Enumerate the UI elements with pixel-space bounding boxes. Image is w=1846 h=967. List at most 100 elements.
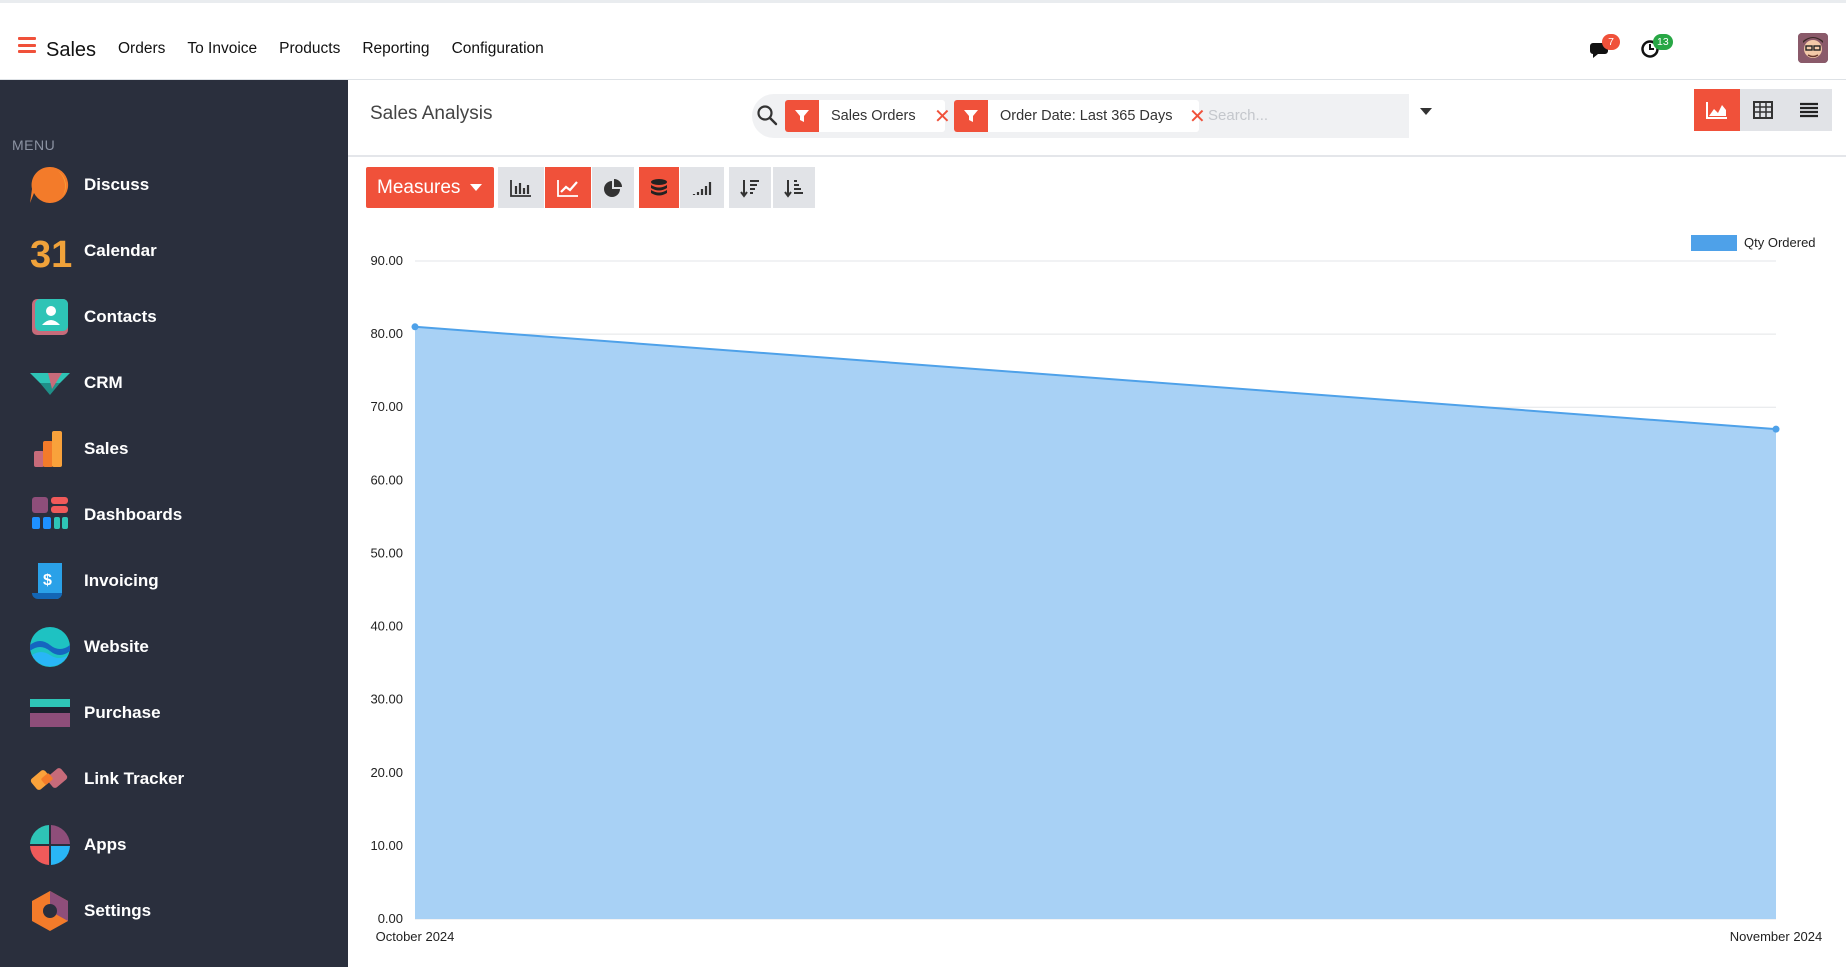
x-axis-ticks: October 2024 November 2024 bbox=[376, 929, 1823, 944]
sidebar-item-settings[interactable]: Settings bbox=[0, 883, 348, 943]
y-tick-label: 40.00 bbox=[370, 619, 403, 634]
activities-badge: 13 bbox=[1653, 34, 1673, 50]
sidebar-item-label: Settings bbox=[84, 901, 152, 920]
dashboards-icon bbox=[32, 497, 68, 529]
website-icon bbox=[30, 627, 70, 667]
list-view-button[interactable] bbox=[1786, 89, 1832, 131]
line-chart-icon bbox=[557, 179, 578, 197]
sidebar-item-label: CRM bbox=[84, 373, 123, 392]
search-options-toggle-icon[interactable] bbox=[1419, 107, 1433, 117]
x-tick-label: October 2024 bbox=[376, 929, 455, 944]
filter-facet-sales-orders: Sales Orders bbox=[785, 100, 945, 132]
sidebar-item-crm[interactable]: CRM bbox=[0, 355, 348, 415]
sidebar-caption: MENU bbox=[12, 137, 56, 153]
sidebar-item-purchase[interactable]: Purchase bbox=[0, 685, 348, 745]
pivot-view-button[interactable] bbox=[1740, 89, 1786, 131]
sales-icon bbox=[34, 431, 62, 467]
y-tick-label: 10.00 bbox=[370, 838, 403, 853]
pie-chart-button[interactable] bbox=[592, 167, 634, 208]
line-chart-button[interactable] bbox=[545, 167, 591, 208]
sort-descending-button[interactable] bbox=[729, 167, 771, 208]
hamburger-menu-icon[interactable] bbox=[18, 37, 36, 53]
sidebar-item-label: Purchase bbox=[84, 703, 161, 722]
menu-reporting[interactable]: Reporting bbox=[362, 40, 429, 58]
sidebar-item-link-tracker[interactable]: Link Tracker bbox=[0, 751, 348, 811]
sort-ascending-icon bbox=[784, 179, 803, 198]
sidebar-item-label: Dashboards bbox=[84, 505, 183, 524]
sidebar-item-label: Website bbox=[84, 637, 149, 656]
stacked-toggle-button[interactable] bbox=[639, 167, 679, 208]
search-icon[interactable] bbox=[756, 104, 778, 126]
search-input[interactable] bbox=[1208, 104, 1398, 126]
signal-bars-icon bbox=[692, 181, 712, 195]
calendar-icon: 31 bbox=[30, 234, 72, 273]
sales-analysis-chart: 0.00 10.00 20.00 30.00 40.00 50.00 60.00 70.00 8… bbox=[370, 235, 1823, 944]
sidebar-item-apps[interactable]: Apps bbox=[0, 817, 348, 877]
database-stack-icon bbox=[651, 178, 667, 195]
remove-filter-order-date-icon[interactable]: ✕ bbox=[1189, 104, 1206, 129]
user-avatar[interactable] bbox=[1798, 33, 1828, 63]
sidebar-item-contacts[interactable]: Contacts bbox=[0, 289, 348, 349]
sidebar-item-dashboards[interactable]: Dashboards bbox=[0, 487, 348, 547]
sidebar-item-sales[interactable]: Sales bbox=[0, 421, 348, 481]
invoicing-icon: $ bbox=[32, 563, 62, 599]
data-point[interactable] bbox=[411, 323, 419, 331]
settings-icon bbox=[32, 891, 68, 931]
filter-funnel-icon bbox=[954, 100, 988, 132]
link-tracker-icon bbox=[30, 768, 68, 790]
data-point[interactable] bbox=[1772, 425, 1780, 433]
remove-filter-sales-orders-icon[interactable]: ✕ bbox=[934, 104, 951, 129]
top-menu: Orders To Invoice Products Reporting Con… bbox=[118, 40, 566, 58]
caret-down-icon bbox=[470, 184, 483, 191]
sort-ascending-button[interactable] bbox=[773, 167, 815, 208]
pie-chart-icon bbox=[604, 178, 622, 197]
contacts-icon bbox=[32, 299, 68, 335]
purchase-icon bbox=[30, 699, 70, 727]
y-tick-label: 60.00 bbox=[370, 472, 403, 487]
filter-funnel-icon bbox=[785, 100, 819, 132]
sidebar-item-label: Link Tracker bbox=[84, 769, 185, 788]
sidebar-item-label: Discuss bbox=[84, 175, 150, 194]
table-grid-icon bbox=[1753, 101, 1773, 119]
legend-swatch[interactable] bbox=[1691, 235, 1737, 251]
sidebar-item-calendar[interactable]: 31 Calendar bbox=[0, 223, 348, 283]
filter-facet-label: Sales Orders bbox=[831, 108, 916, 124]
cumulative-toggle-button[interactable] bbox=[680, 167, 724, 208]
menu-to-invoice[interactable]: To Invoice bbox=[187, 40, 257, 58]
y-tick-label: 0.00 bbox=[378, 911, 403, 926]
messages-badge: 7 bbox=[1602, 34, 1620, 50]
invoicing-currency-symbol: $ bbox=[43, 572, 52, 589]
y-tick-label: 20.00 bbox=[370, 765, 403, 780]
legend-label[interactable]: Qty Ordered bbox=[1744, 235, 1816, 250]
filter-facet-order-date: Order Date: Last 365 Days bbox=[954, 100, 1199, 132]
bar-chart-button[interactable] bbox=[498, 167, 544, 208]
discuss-icon bbox=[30, 166, 69, 203]
menu-orders[interactable]: Orders bbox=[118, 40, 165, 58]
bar-chart-icon bbox=[510, 179, 531, 197]
series-area-fill bbox=[415, 326, 1776, 919]
y-tick-label: 50.00 bbox=[370, 545, 403, 560]
sidebar-item-label: Apps bbox=[84, 835, 127, 854]
sidebar-item-label: Invoicing bbox=[84, 571, 159, 590]
measures-label: Measures bbox=[377, 176, 461, 198]
x-tick-label: November 2024 bbox=[1730, 929, 1823, 944]
activities-clock-icon[interactable]: 13 bbox=[1640, 34, 1673, 59]
sidebar-item-label: Sales bbox=[84, 439, 129, 458]
sidebar-item-invoicing[interactable]: $ Invoicing bbox=[0, 553, 348, 613]
crm-icon bbox=[30, 373, 70, 395]
top-navbar: Sales Orders To Invoice Products Reporti… bbox=[0, 0, 1846, 80]
sidebar: MENU Discuss 31 Calendar Contacts CRM Sa… bbox=[0, 80, 348, 967]
chart-legend[interactable]: Qty Ordered bbox=[1691, 235, 1816, 251]
sidebar-item-website[interactable]: Website bbox=[0, 619, 348, 679]
sidebar-item-label: Contacts bbox=[84, 307, 157, 326]
messages-icon[interactable]: 7 bbox=[1590, 34, 1620, 59]
app-title[interactable]: Sales bbox=[46, 39, 96, 62]
sidebar-item-discuss[interactable]: Discuss bbox=[0, 157, 348, 217]
menu-configuration[interactable]: Configuration bbox=[452, 40, 544, 58]
graph-view-button[interactable] bbox=[1694, 89, 1740, 131]
measures-dropdown-button[interactable]: Measures bbox=[366, 167, 494, 208]
page-title: Sales Analysis bbox=[370, 103, 493, 124]
filter-facet-label: Order Date: Last 365 Days bbox=[1000, 108, 1173, 124]
sidebar-item-label: Calendar bbox=[84, 241, 157, 260]
menu-products[interactable]: Products bbox=[279, 40, 340, 58]
